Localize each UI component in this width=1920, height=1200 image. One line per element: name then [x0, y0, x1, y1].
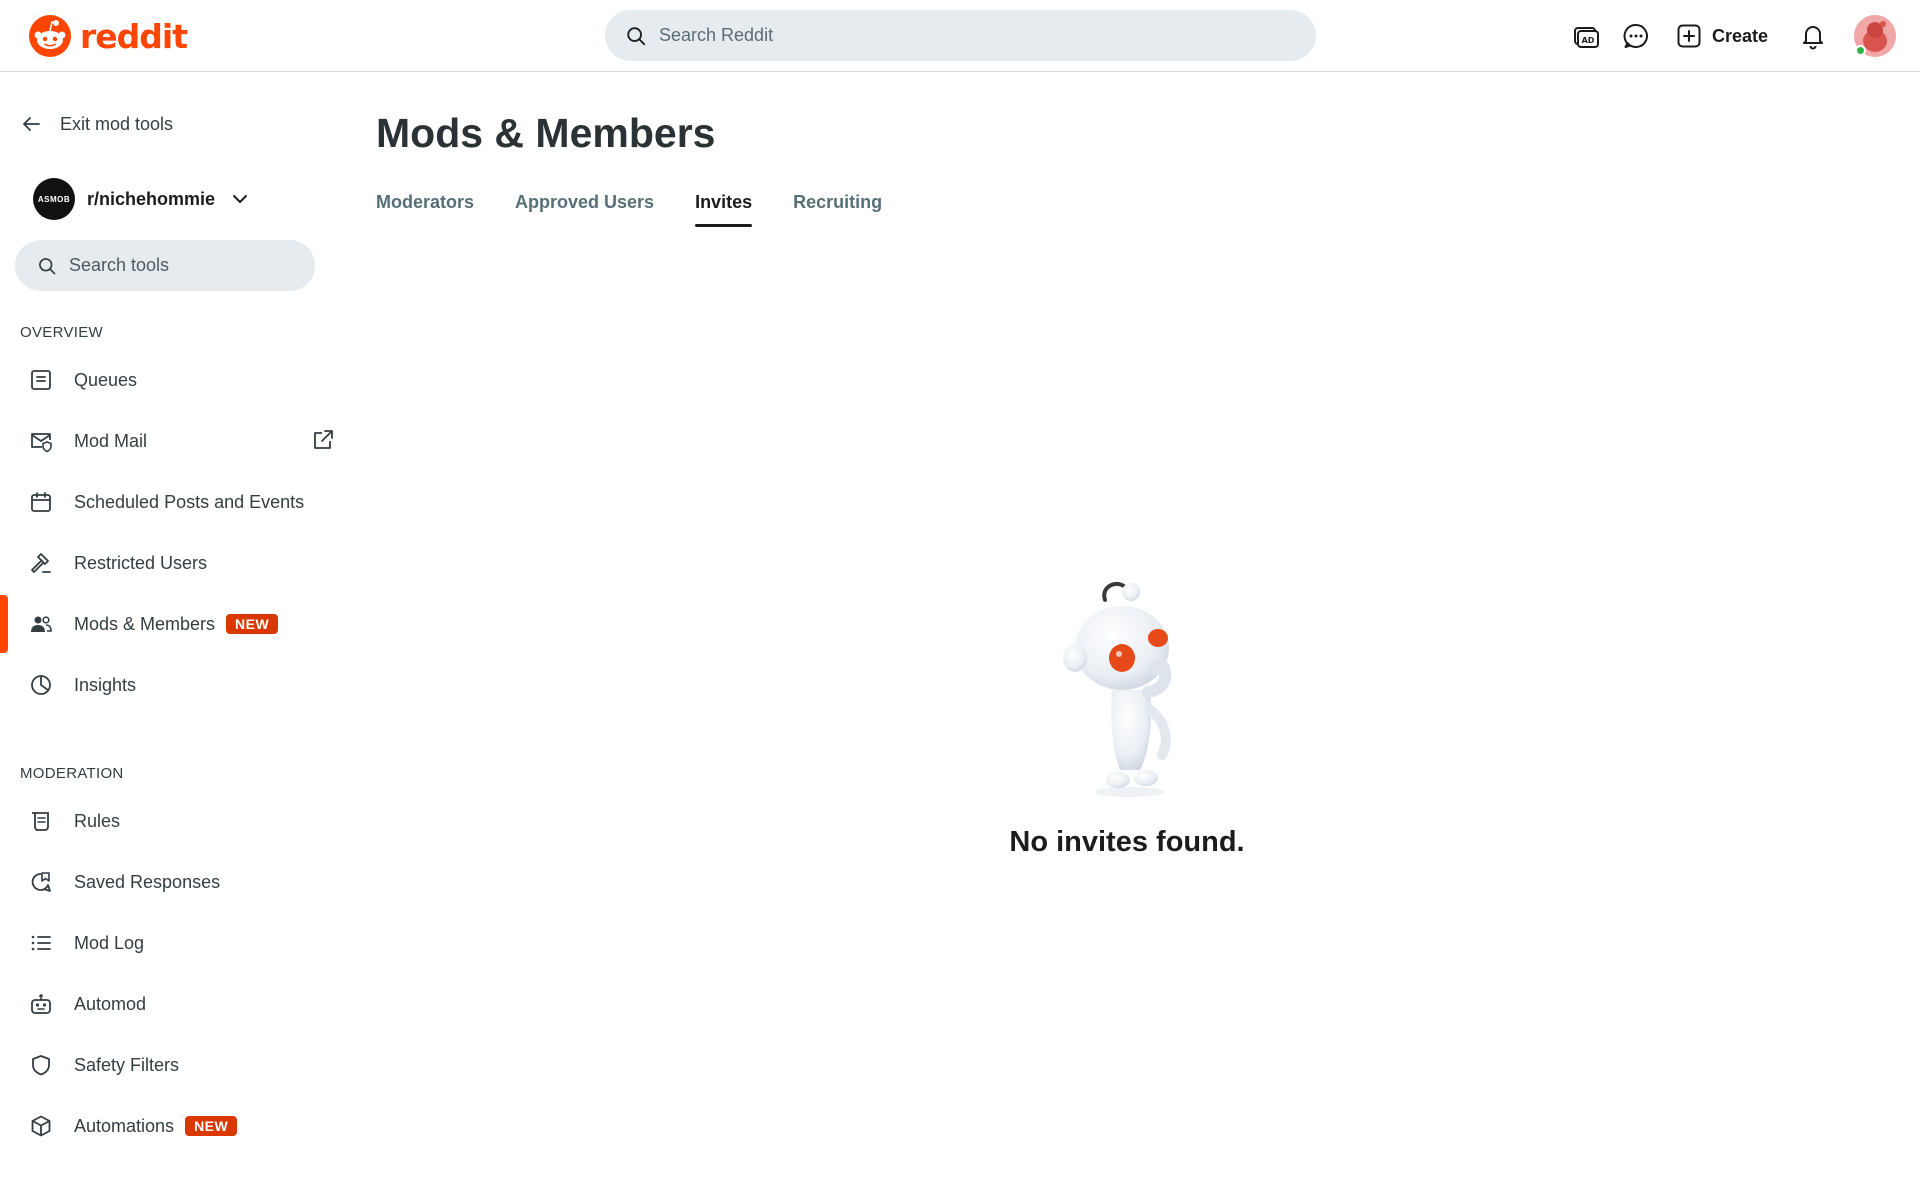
create-button[interactable]: Create	[1670, 16, 1774, 56]
members-tabs: Moderators Approved Users Invites Recrui…	[376, 192, 882, 227]
sidebar-item-label: Mod Log	[74, 932, 145, 953]
advertise-icon: AD	[1574, 27, 1599, 48]
tool-search-input[interactable]	[69, 255, 309, 276]
global-search[interactable]	[605, 10, 1316, 61]
sidebar-item-label: Rules	[74, 810, 121, 831]
search-input[interactable]	[659, 25, 1279, 46]
sidebar-item-label: Restricted Users	[74, 552, 208, 573]
sidebar-item-automod[interactable]: Automod	[0, 975, 340, 1033]
tab-invites[interactable]: Invites	[695, 192, 753, 227]
create-label: Create	[1712, 25, 1769, 46]
hammer-icon	[28, 550, 54, 576]
notifications-button[interactable]	[1797, 20, 1829, 52]
svg-text:AD: AD	[1582, 36, 1595, 45]
arrow-left-icon	[23, 117, 40, 131]
list-icon	[28, 930, 54, 956]
rules-icon	[28, 808, 54, 834]
tool-search[interactable]	[15, 240, 315, 291]
cube-icon	[28, 1113, 54, 1139]
sidebar-item-label: Saved Responses	[74, 871, 221, 892]
sidebar-item-insights[interactable]: Insights	[0, 656, 340, 714]
mod-tools-sidebar: Exit mod tools ASMOB r/nichehommie OVERV…	[0, 73, 340, 1200]
page-title: Mods & Members	[376, 110, 716, 156]
logo-text: reddit	[80, 16, 188, 56]
search-icon	[627, 26, 646, 45]
calendar-icon	[28, 489, 54, 515]
sidebar-item-automations[interactable]: Automations NEW	[0, 1097, 340, 1155]
sidebar-item-label: Insights	[74, 674, 137, 695]
reddit-snoo-icon	[29, 15, 71, 57]
section-label-overview: OVERVIEW	[20, 324, 103, 341]
sidebar-item-label: Mods & Members	[74, 613, 216, 634]
chat-icon	[1623, 23, 1648, 48]
sidebar-item-label: Scheduled Posts and Events	[74, 491, 305, 512]
sidebar-item-mods-members[interactable]: Mods & Members NEW	[0, 595, 340, 653]
sidebar-item-label: Safety Filters	[74, 1054, 180, 1075]
sidebar-item-label: Automod	[74, 993, 147, 1014]
section-label-moderation: MODERATION	[20, 765, 124, 782]
sidebar-item-restricted-users[interactable]: Restricted Users	[0, 534, 340, 592]
reddit-logo[interactable]: reddit	[28, 14, 188, 58]
community-switcher[interactable]: ASMOB r/nichehommie	[33, 178, 249, 220]
sidebar-item-safety-filters[interactable]: Safety Filters	[0, 1036, 340, 1094]
empty-state-message: No invites found.	[1009, 826, 1245, 858]
community-name: r/nichehommie	[87, 188, 216, 209]
top-bar: reddit AD Create	[0, 0, 1920, 72]
search-icon	[39, 257, 56, 274]
sidebar-item-label: Automations	[74, 1115, 175, 1136]
thinking-snoo-illustration	[1063, 581, 1172, 797]
chat-button[interactable]	[1620, 20, 1652, 52]
tab-recruiting[interactable]: Recruiting	[793, 192, 882, 227]
tab-approved-users[interactable]: Approved Users	[515, 192, 654, 227]
members-icon	[28, 611, 54, 637]
sidebar-item-rules[interactable]: Rules	[0, 792, 340, 850]
pie-chart-icon	[28, 672, 54, 698]
sidebar-item-scheduled-posts[interactable]: Scheduled Posts and Events	[0, 473, 340, 531]
sidebar-item-mod-mail[interactable]: Mod Mail	[0, 412, 340, 470]
advertise-button[interactable]: AD	[1570, 20, 1602, 52]
robot-icon	[28, 991, 54, 1017]
sidebar-item-label: Mod Mail	[74, 430, 148, 451]
exit-label: Exit mod tools	[60, 113, 174, 134]
external-link-icon[interactable]	[311, 428, 335, 452]
online-status-dot	[1855, 45, 1866, 56]
sidebar-item-mod-log[interactable]: Mod Log	[0, 914, 340, 972]
chevron-down-icon	[227, 186, 249, 213]
sidebar-item-label: Queues	[74, 369, 138, 390]
new-badge: NEW	[185, 1116, 238, 1136]
shield-icon	[28, 1052, 54, 1078]
mod-mail-icon	[28, 428, 54, 454]
sidebar-item-saved-responses[interactable]: Saved Responses	[0, 853, 340, 911]
saved-responses-icon	[28, 869, 54, 895]
community-avatar: ASMOB	[33, 178, 75, 220]
sidebar-item-queues[interactable]: Queues	[0, 351, 340, 409]
new-badge: NEW	[226, 614, 279, 634]
plus-square-icon	[1677, 24, 1701, 48]
tab-moderators[interactable]: Moderators	[376, 192, 474, 227]
exit-mod-tools-link[interactable]: Exit mod tools	[20, 113, 173, 135]
queue-icon	[28, 367, 54, 393]
bell-icon	[1803, 26, 1823, 50]
